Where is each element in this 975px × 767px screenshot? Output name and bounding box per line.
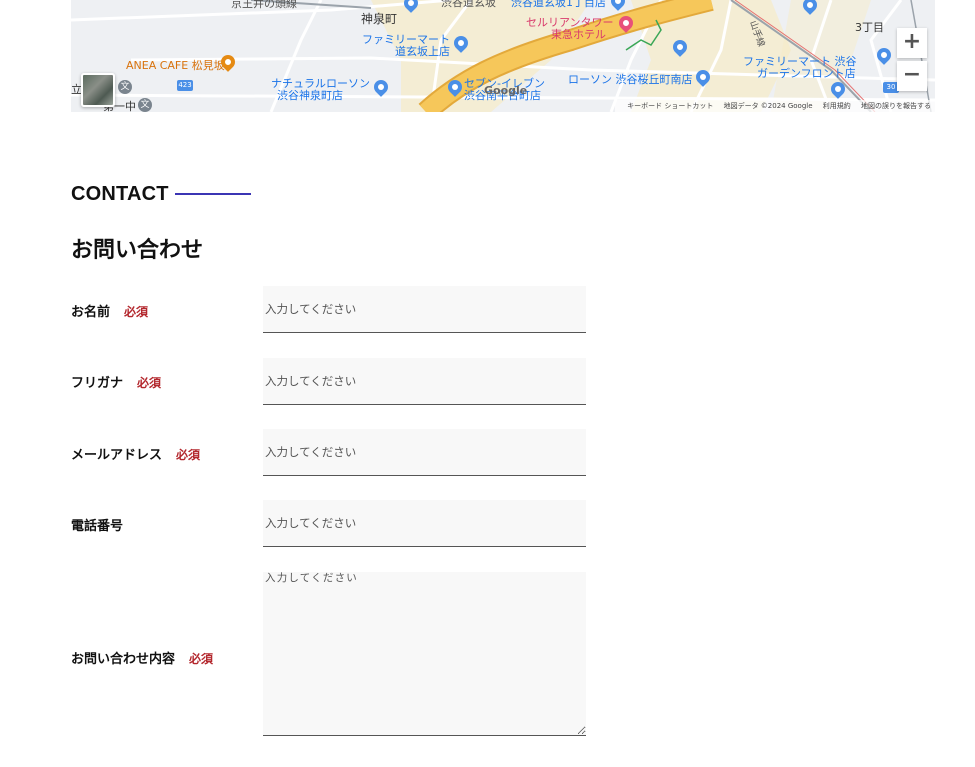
email-field[interactable]: [263, 429, 586, 476]
map-label-familymart-dogenzaka-branch: 道玄坂上店: [395, 45, 450, 58]
map-label-shibuya-dogenzaka1: 渋谷道玄坂1丁目店: [511, 0, 606, 9]
phone-label: 電話番号: [71, 515, 123, 534]
google-map[interactable]: 京王井の頭線 神泉町 渋谷道玄坂 ファミリーマート 道玄坂上店 渋谷道玄坂1丁目…: [71, 0, 935, 112]
name-label-text: お名前: [71, 305, 111, 320]
map-label-3chome: 3丁目: [855, 21, 884, 34]
required-badge: 必須: [137, 376, 162, 390]
email-label: メールアドレス 必須: [71, 444, 200, 463]
map-label-natural-lawson-branch: 渋谷神泉町店: [277, 89, 343, 102]
route-423-shield: 423: [177, 80, 193, 91]
terms-link[interactable]: 利用規約: [823, 102, 851, 110]
furigana-label: フリガナ 必須: [71, 372, 161, 391]
map-label-lawson-sakuragaoka: ローソン 渋谷桜丘町南店: [568, 73, 693, 86]
report-error-link[interactable]: 地図の誤りを報告する: [861, 102, 931, 110]
map-data-text: 地図データ ©2024 Google: [723, 102, 813, 110]
map-label-shinsen: 神泉町: [361, 12, 398, 26]
name-label: お名前 必須: [71, 301, 148, 320]
school-icon[interactable]: 文: [118, 80, 132, 94]
zoom-in-button[interactable]: +: [897, 28, 927, 58]
email-label-text: メールアドレス: [71, 448, 163, 463]
map-label-tokyu-hotel: 東急ホテル: [551, 28, 606, 41]
section-heading-en: CONTACT: [71, 183, 169, 205]
google-logo: Google: [484, 84, 528, 97]
required-badge: 必須: [189, 652, 214, 666]
map-label-anea-cafe: ANEA CAFE 松見坂: [126, 59, 225, 72]
inquiry-label-text: お問い合わせ内容: [71, 652, 176, 667]
required-badge: 必須: [124, 305, 149, 319]
name-field[interactable]: [263, 286, 586, 333]
required-badge: 必須: [176, 448, 201, 462]
map-label-dogenzaka-road: 渋谷道玄坂: [441, 0, 496, 9]
heading-accent-line: [175, 193, 251, 195]
inquiry-textarea[interactable]: [263, 572, 586, 736]
page-title: お問い合わせ: [71, 238, 204, 263]
furigana-field[interactable]: [263, 358, 586, 405]
map-attribution: キーボード ショートカット 地図データ ©2024 Google 利用規約 地図…: [615, 100, 935, 112]
satellite-toggle-button[interactable]: [81, 73, 115, 107]
phone-field[interactable]: [263, 500, 586, 547]
keyboard-shortcuts-link[interactable]: キーボード ショートカット: [627, 102, 713, 110]
furigana-label-text: フリガナ: [71, 376, 124, 391]
map-label-keio-line: 京王井の頭線: [231, 0, 297, 10]
school-icon[interactable]: 文: [138, 98, 152, 112]
zoom-out-button[interactable]: −: [897, 61, 927, 91]
inquiry-label: お問い合わせ内容 必須: [71, 648, 213, 667]
map-label-familymart-garden-branch: ガーデンフロント店: [757, 67, 856, 80]
phone-label-text: 電話番号: [71, 519, 124, 534]
